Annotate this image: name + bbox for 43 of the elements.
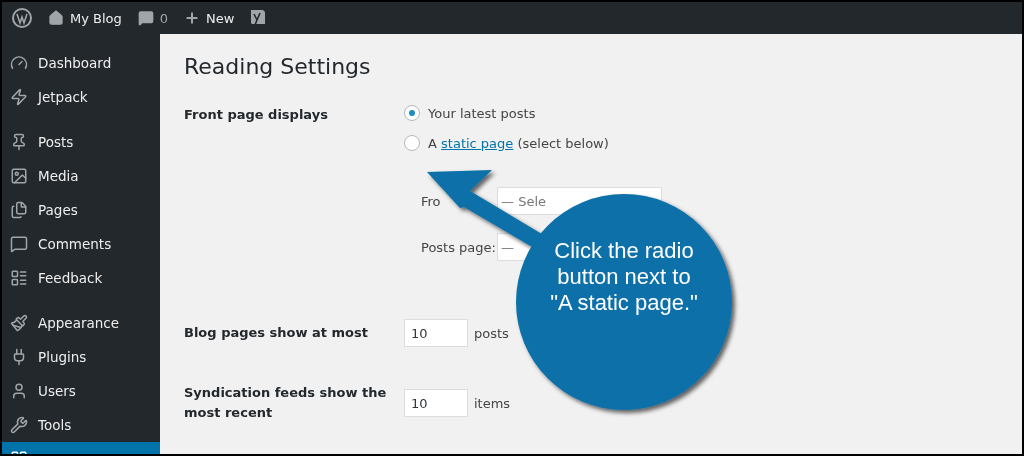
- pages-icon: [10, 201, 28, 219]
- option-label: A static page (select below): [428, 135, 609, 151]
- sidebar-item[interactable]: Jetpack: [2, 80, 160, 114]
- unit-label: posts: [474, 325, 509, 341]
- number-field[interactable]: 10: [404, 389, 468, 417]
- callout-tooltip-text: Click the radio button next to "A static page.": [549, 238, 699, 316]
- posts-icon: [10, 133, 28, 151]
- sidebar-item[interactable]: Plugins: [2, 340, 160, 374]
- field-label: Front page displays: [184, 106, 329, 124]
- sidebar-item[interactable]: Dashboard: [2, 46, 160, 80]
- site-name-link[interactable]: My Blog: [48, 10, 122, 26]
- comments-link[interactable]: 0: [137, 10, 169, 26]
- sidebar-item[interactable]: Posts: [2, 125, 160, 159]
- sidebar-item[interactable]: Users: [2, 374, 160, 408]
- radio-button[interactable]: [404, 135, 420, 151]
- unit-label: items: [474, 395, 511, 411]
- sidebar-item[interactable]: Comments: [2, 227, 160, 261]
- radio-button[interactable]: [404, 105, 420, 121]
- page-title: Reading Settings: [184, 54, 372, 79]
- option-label: Your latest posts: [428, 105, 536, 121]
- speech-bubble-icon: [137, 10, 154, 26]
- sidebar-item[interactable]: Feedback: [2, 261, 160, 295]
- field-label: Syndication feeds show the most recent: [184, 384, 388, 422]
- feedback-icon: [10, 269, 28, 287]
- logo-icon[interactable]: [12, 8, 32, 28]
- jetpack-icon: [10, 88, 28, 106]
- select-label: Fro: [421, 193, 442, 209]
- sidebar-item[interactable]: Media: [2, 159, 160, 193]
- y-logo-icon[interactable]: [250, 9, 267, 27]
- field-label: Blog pages show at most: [184, 324, 369, 342]
- number-field[interactable]: 10: [404, 319, 468, 347]
- new-link[interactable]: New: [184, 10, 235, 26]
- users-icon: [10, 382, 28, 400]
- tools-icon: [10, 416, 28, 434]
- sidebar-item[interactable]: Appearance: [2, 306, 160, 340]
- static-page-link[interactable]: static page: [441, 135, 514, 151]
- media-icon: [10, 167, 28, 185]
- dashboard-icon: [10, 54, 28, 72]
- home-icon: [48, 10, 64, 26]
- appearance-icon: [10, 314, 28, 332]
- comments-icon: [10, 235, 28, 253]
- sidebar-item[interactable]: Tools: [2, 408, 160, 442]
- sidebar-item[interactable]: Pages: [2, 193, 160, 227]
